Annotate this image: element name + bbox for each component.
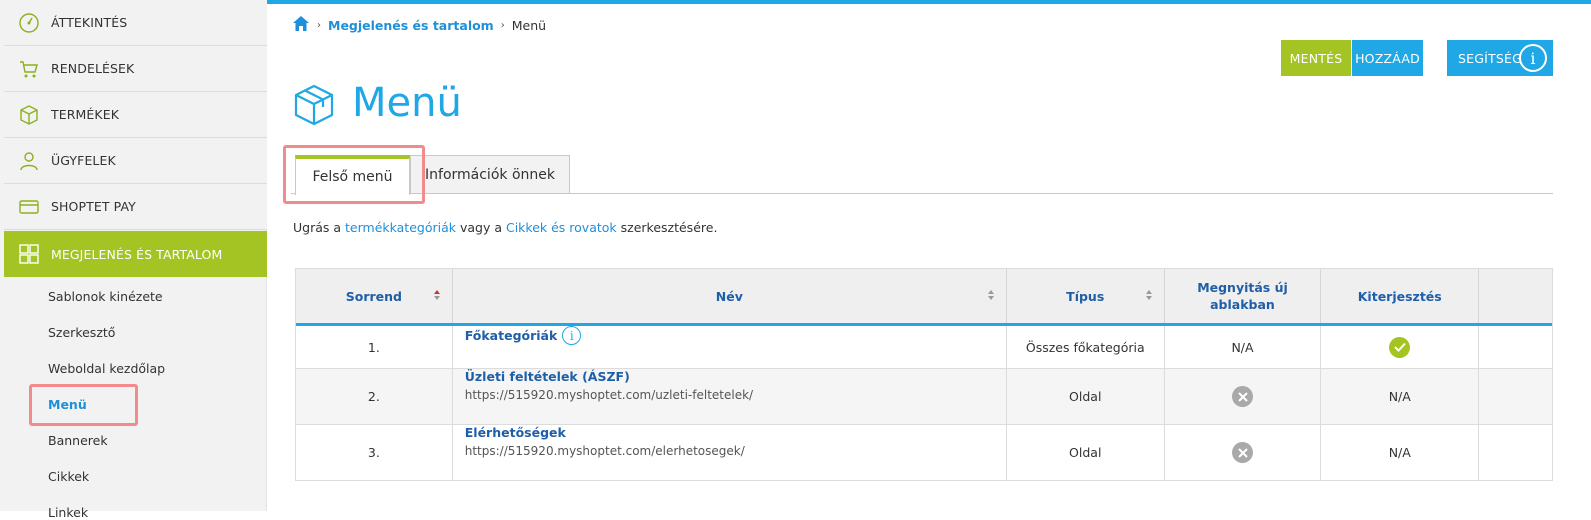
sidebar-item-ugyfelek[interactable]: ÜGYFELEK (4, 138, 267, 184)
save-button[interactable]: MENTÉS (1281, 40, 1351, 76)
close-x-icon[interactable] (1232, 442, 1253, 463)
cell-empty (1479, 425, 1552, 480)
cell-type: Oldal (1007, 425, 1165, 480)
layout-grid-icon (18, 243, 40, 265)
highlight-box-menu (29, 384, 138, 426)
sidebar-item-shoptet-pay[interactable]: SHOPTET PAY (4, 184, 267, 230)
sidebar-item-label: ÁTTEKINTÉS (51, 15, 128, 30)
chevron-right-icon: › (317, 19, 321, 31)
table-row[interactable]: 2. Üzleti feltételek (ÁSZF) https://5159… (296, 368, 1552, 424)
header-label: Sorrend (345, 288, 402, 304)
cell-empty (1479, 326, 1552, 368)
sidebar-subitem-linkek[interactable]: Linkek (48, 505, 88, 520)
sidebar-subitem-sablonok[interactable]: Sablonok kinézete (48, 289, 163, 304)
sidebar-subitem-bannerek[interactable]: Bannerek (48, 433, 108, 448)
add-button[interactable]: HOZZÁAD (1352, 40, 1423, 76)
check-icon[interactable] (1389, 336, 1411, 358)
cell-order: 3. (296, 425, 453, 480)
cell-new-window: N/A (1165, 326, 1322, 368)
box-icon (18, 104, 40, 126)
cell-name: Elérhetőségek https://515920.myshoptet.c… (453, 425, 1007, 480)
sidebar-item-rendelesek[interactable]: RENDELÉSEK (4, 46, 267, 92)
table-row[interactable]: 1. Főkategóriák i Összes főkategória N/A (296, 326, 1552, 368)
info-prefix: Ugrás a (293, 220, 346, 235)
info-line: Ugrás a termékkategóriák vagy a Cikkek é… (293, 220, 717, 235)
cart-icon (18, 58, 40, 80)
sidebar-item-label: ÜGYFELEK (51, 153, 116, 168)
breadcrumb-current: Menü (511, 17, 547, 33)
sidebar-item-label: MEGJELENÉS ÉS TARTALOM (51, 246, 223, 262)
breadcrumb-section-link[interactable]: Megjelenés és tartalom (328, 18, 494, 33)
info-icon: i (1519, 44, 1547, 72)
sidebar-subitem-kezdolap[interactable]: Weboldal kezdőlap (48, 361, 165, 376)
menu-item-url: https://515920.myshoptet.com/elerhetoseg… (464, 444, 745, 458)
column-header-tipus[interactable]: Típus (1007, 269, 1165, 323)
cell-new-window (1165, 425, 1322, 480)
sidebar-item-label: SHOPTET PAY (51, 199, 136, 214)
column-header-nev[interactable]: Név (453, 269, 1007, 323)
sidebar: ÁTTEKINTÉS RENDELÉSEK TERMÉKEK ÜGYFELEK … (0, 0, 267, 520)
cell-name: Főkategóriák i (453, 326, 1007, 368)
table-row[interactable]: 3. Elérhetőségek https://515920.myshopte… (296, 424, 1552, 480)
user-icon (18, 150, 40, 172)
cell-name: Üzleti feltételek (ÁSZF) https://515920.… (453, 369, 1007, 424)
breadcrumb: › Megjelenés és tartalom › Menü (292, 15, 546, 35)
sort-icon (1145, 290, 1152, 300)
sidebar-item-termekek[interactable]: TERMÉKEK (4, 92, 267, 138)
column-header-megnyitas: Megnyitás új ablakban (1165, 269, 1322, 323)
column-header-sorrend[interactable]: Sorrend (296, 269, 453, 323)
cell-extension: N/A (1321, 369, 1480, 424)
sidebar-subitem-szerkeszto[interactable]: Szerkesztő (48, 325, 115, 340)
chevron-right-icon: › (500, 19, 505, 31)
table-header: Sorrend Név Típus Megnyitás új ablakban … (296, 269, 1552, 326)
cell-order: 2. (296, 369, 453, 424)
page-title: Menü (352, 80, 462, 126)
help-button[interactable]: SEGÍTSÉG i (1447, 40, 1553, 76)
sidebar-item-label: TERMÉKEK (51, 107, 119, 122)
cell-empty (1479, 369, 1552, 424)
cell-type: Összes főkategória (1007, 326, 1165, 368)
header-label: Megnyitás új ablakban (1197, 280, 1288, 312)
sort-icon (987, 290, 994, 300)
column-header-empty (1479, 269, 1552, 323)
sidebar-item-attekintes[interactable]: ÁTTEKINTÉS (4, 0, 267, 46)
sidebar-subitem-cikkek[interactable]: Cikkek (48, 469, 89, 484)
cell-type: Oldal (1007, 369, 1165, 424)
help-label: SEGÍTSÉG (1458, 50, 1522, 66)
column-header-kiterjesztes: Kiterjesztés (1321, 269, 1480, 323)
cell-extension: N/A (1321, 425, 1480, 480)
sidebar-item-megjelenes[interactable]: MEGJELENÉS ÉS TARTALOM (4, 231, 267, 277)
menu-item-link[interactable]: Elérhetőségek (465, 425, 566, 440)
highlight-box-tab (283, 145, 425, 204)
link-cikkek-rovatok[interactable]: Cikkek és rovatok (506, 220, 617, 235)
home-icon[interactable] (292, 15, 310, 35)
info-icon[interactable]: i (562, 326, 582, 345)
menu-item-link[interactable]: Főkategóriák (465, 328, 558, 343)
header-label: Név (715, 288, 743, 304)
menu-item-url: https://515920.myshoptet.com/uzleti-felt… (464, 388, 754, 402)
dashboard-gauge-icon (18, 12, 40, 34)
cell-new-window (1165, 369, 1322, 424)
box-icon (292, 83, 336, 131)
sort-icon (433, 290, 440, 300)
tab-informaciok[interactable]: Információk önnek (410, 155, 570, 194)
sidebar-item-label: RENDELÉSEK (51, 61, 135, 76)
close-x-icon[interactable] (1232, 386, 1253, 407)
menu-item-link[interactable]: Üzleti feltételek (ÁSZF) (465, 369, 630, 384)
menu-table: Sorrend Név Típus Megnyitás új ablakban … (295, 268, 1553, 481)
info-suffix: szerkesztésére. (616, 220, 718, 235)
info-middle: vagy a (456, 220, 506, 235)
link-termekkategoriak[interactable]: termékkategóriák (345, 220, 456, 235)
cell-extension (1321, 326, 1480, 368)
header-label: Kiterjesztés (1357, 288, 1442, 304)
card-icon (18, 196, 40, 218)
cell-order: 1. (296, 326, 453, 368)
header-label: Típus (1066, 288, 1105, 304)
